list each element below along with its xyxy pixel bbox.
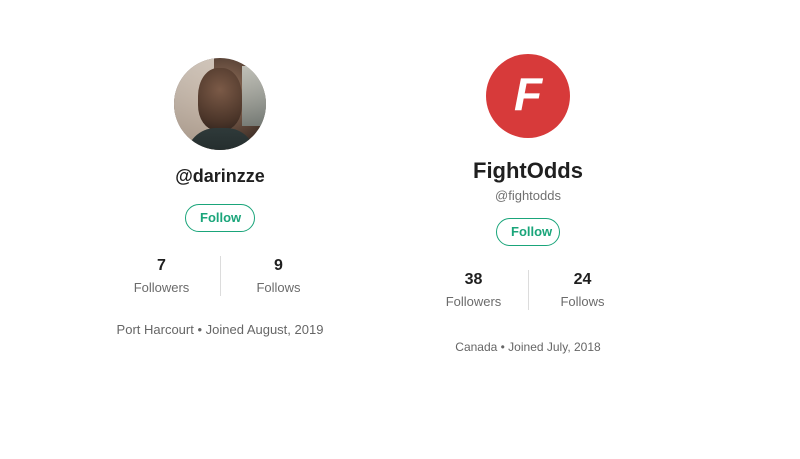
profile-location-joined: Canada • Joined July, 2018 (455, 340, 601, 354)
followers-count: 38 (464, 271, 483, 288)
avatar-background (242, 66, 266, 126)
follows-stat[interactable]: 9 Follows (219, 256, 337, 296)
avatar[interactable] (174, 58, 266, 150)
followers-count: 7 (157, 257, 166, 274)
followers-label: Followers (133, 280, 190, 295)
follows-stat[interactable]: 24 Follows (527, 270, 637, 310)
avatar-face (198, 68, 242, 130)
follows-count: 24 (573, 271, 592, 288)
follow-button[interactable]: Follow (185, 204, 255, 232)
followers-label: Followers (445, 294, 502, 309)
follows-count: 9 (274, 257, 283, 274)
profile-card-darinzze: @darinzze Follow 7 Followers 9 Follows P… (90, 58, 350, 337)
follows-label: Follows (560, 294, 605, 309)
profile-name[interactable]: FightOdds (398, 160, 658, 182)
logo-letter: F (514, 68, 544, 120)
profile-card-fightodds: F FightOdds @fightodds Follow 38 Followe… (398, 54, 658, 354)
follow-button[interactable]: Follow (496, 218, 560, 246)
fightodds-logo-icon: F (514, 68, 544, 120)
stats-row: 7 Followers 9 Follows (90, 256, 350, 296)
follows-label: Follows (256, 280, 301, 295)
profile-location-joined: Port Harcourt • Joined August, 2019 (116, 322, 324, 337)
followers-stat[interactable]: 7 Followers (104, 256, 220, 296)
followers-stat[interactable]: 38 Followers (420, 270, 528, 310)
avatar-logo[interactable]: F (486, 54, 570, 138)
profile-handle[interactable]: @fightodds (398, 188, 658, 203)
stats-row: 38 Followers 24 Follows (398, 270, 658, 310)
profile-handle[interactable]: @darinzze (90, 166, 350, 187)
